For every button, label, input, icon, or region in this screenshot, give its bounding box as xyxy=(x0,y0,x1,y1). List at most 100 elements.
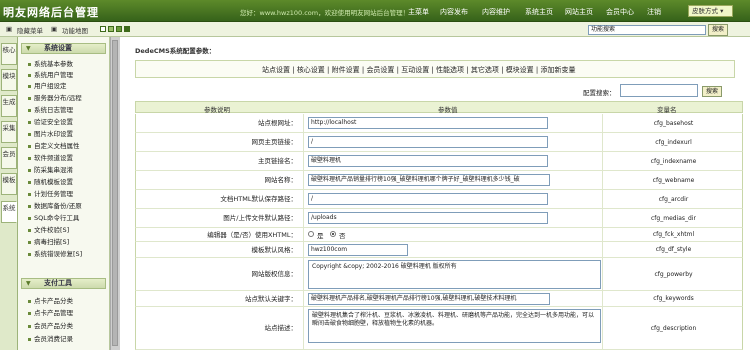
menu-item[interactable]: 图片水印设置 xyxy=(28,128,73,138)
nav-logout[interactable]: 注销 xyxy=(647,7,661,17)
bullet-icon xyxy=(28,299,31,303)
config-search-input[interactable] xyxy=(620,84,698,97)
hide-menu-icon[interactable]: ▣ xyxy=(6,25,12,33)
menu-item[interactable]: 文件校验[S] xyxy=(28,224,69,234)
column-header-description: 参数说明 xyxy=(204,106,230,114)
tab-other-options[interactable]: 其它选项 xyxy=(471,66,499,74)
menu-item[interactable]: 数据库备份/还原 xyxy=(28,200,82,210)
function-search-button[interactable]: 搜索 xyxy=(708,24,728,36)
bullet-icon xyxy=(28,337,31,341)
table-row: 网站名称： 破壁料理机产品销量排行榜10强_破壁料理机哪个牌子好_破壁料理机多少… xyxy=(135,171,743,190)
nav-system-home[interactable]: 系统主页 xyxy=(525,7,553,17)
bullet-icon xyxy=(28,192,31,196)
table-row: 网站版权信息： Copyright &copy; 2002-2016 破壁料理机… xyxy=(135,258,743,291)
tab-core-settings[interactable]: 核心设置 xyxy=(297,66,325,74)
param-value-input[interactable]: / xyxy=(308,136,548,148)
menu-item[interactable]: 会员产品分类 xyxy=(28,320,73,330)
param-value-input[interactable]: 破壁料理机产品销量排行榜10强_破壁料理机哪个牌子好_破壁料理机多少钱_破 xyxy=(308,174,550,186)
tab-member-settings[interactable]: 会员设置 xyxy=(366,66,394,74)
nav-content-maintain[interactable]: 内容维护 xyxy=(482,7,510,17)
param-value-input[interactable]: hwz100com xyxy=(308,244,408,256)
function-map-icon[interactable]: ▣ xyxy=(51,25,57,33)
tab-interaction-settings[interactable]: 互动设置 xyxy=(401,66,429,74)
tab-module-settings[interactable]: 模块设置 xyxy=(506,66,534,74)
menu-section-system-settings[interactable]: ▼ 系统设置 xyxy=(21,43,106,54)
bullet-icon xyxy=(28,180,31,184)
side-tab-template[interactable]: 模板 xyxy=(1,173,17,195)
bullet-icon xyxy=(28,108,31,112)
skin-green-icon[interactable] xyxy=(108,26,114,32)
menu-item[interactable]: 病毒扫描[S] xyxy=(28,236,69,246)
param-label: 网页主页链接： xyxy=(136,133,304,151)
param-var-name: cfg_powerby xyxy=(602,258,744,290)
menu-item[interactable]: 服务器分布/远程 xyxy=(28,92,82,102)
param-label: 站点默认关键字： xyxy=(136,291,304,306)
param-label: 文档HTML默认保存路径： xyxy=(136,190,304,208)
param-value-input[interactable]: /uploads xyxy=(308,212,548,224)
menu-item[interactable]: 系统日志管理 xyxy=(28,104,73,114)
menu-item[interactable]: 计划任务管理 xyxy=(28,188,73,198)
param-value-input[interactable]: http://localhost xyxy=(308,117,548,129)
table-row: 模板默认风格： hwz100com cfg_df_style xyxy=(135,242,743,258)
menu-item[interactable]: 验证安全设置 xyxy=(28,116,73,126)
nav-member-center[interactable]: 会员中心 xyxy=(606,7,634,17)
nav-content-publish[interactable]: 内容发布 xyxy=(440,7,468,17)
param-label: 主页链接名： xyxy=(136,152,304,170)
menu-item[interactable]: 会员消费记录 xyxy=(28,333,73,343)
bullet-icon xyxy=(28,144,31,148)
menu-item[interactable]: SQL命令行工具 xyxy=(28,212,79,222)
param-value-textarea[interactable]: Copyright &copy; 2002-2016 破壁料理机 版权所有 xyxy=(308,260,601,289)
side-tab-system[interactable]: 系统 xyxy=(1,201,17,223)
skin-olive-icon[interactable] xyxy=(116,26,122,32)
menu-item[interactable]: 软件频道设置 xyxy=(28,152,73,162)
menu-scrollbar-thumb[interactable] xyxy=(112,40,118,346)
menu-item[interactable]: 系统基本参数 xyxy=(28,58,73,68)
param-value-input[interactable]: 破壁料理机产品排名,破壁料理机产品排行榜10强,破壁料理机,破壁技术料理机 xyxy=(308,293,550,305)
layout-icon[interactable] xyxy=(100,26,106,32)
function-search-input[interactable]: 功能搜索 xyxy=(588,25,706,35)
menu-section-payment[interactable]: ▼ 支付工具 xyxy=(21,278,106,289)
radio-no[interactable] xyxy=(330,231,336,237)
app-title: 明友网络后台管理 xyxy=(3,6,99,19)
table-row: 图片/上传文件默认路径： /uploads cfg_medias_dir xyxy=(135,209,743,228)
param-value-input[interactable]: 破壁料理机 xyxy=(308,155,548,167)
side-tab-collect[interactable]: 采集 xyxy=(1,121,17,143)
side-tab-core[interactable]: 核心 xyxy=(1,43,17,65)
nav-main-menu[interactable]: 主菜单 xyxy=(408,7,429,17)
bullet-icon xyxy=(28,120,31,124)
skin-dark-icon[interactable] xyxy=(124,26,130,32)
nav-site-home[interactable]: 网站主页 xyxy=(565,7,593,17)
tab-performance-options[interactable]: 性能选项 xyxy=(436,66,464,74)
param-var-name: cfg_indexurl xyxy=(602,133,744,151)
radio-yes-label: 是 xyxy=(317,232,324,240)
param-value-input[interactable]: / xyxy=(308,193,548,205)
top-header-bar: 明友网络后台管理 您好：www.hwz100.com，欢迎使用明友网站后台管理！… xyxy=(0,0,750,22)
menu-item[interactable]: 用户组设定 xyxy=(28,80,67,90)
menu-item[interactable]: 防采集串混淆 xyxy=(28,164,73,174)
theme-select-button[interactable]: 皮肤方式 ▾ xyxy=(688,5,733,17)
function-map-link[interactable]: 功能地图 xyxy=(62,25,88,35)
tab-site-settings[interactable]: 站点设置 xyxy=(262,66,290,74)
bullet-icon xyxy=(28,252,31,256)
param-var-name: cfg_keywords xyxy=(602,291,744,306)
menu-item[interactable]: 随机模板设置 xyxy=(28,176,73,186)
param-label: 编辑器（是/否）使用XHTML： xyxy=(136,228,304,241)
param-label: 站点描述： xyxy=(136,307,304,349)
menu-item[interactable]: 点卡产品分类 xyxy=(28,295,73,305)
config-search-button[interactable]: 搜索 xyxy=(702,86,722,97)
menu-item[interactable]: 系统错误修复[S] xyxy=(28,248,82,258)
tab-attachment-settings[interactable]: 附件设置 xyxy=(332,66,360,74)
menu-item[interactable]: 点卡产品管理 xyxy=(28,307,73,317)
table-row: 站点描述： 破壁料理机集合了榨汁机、豆浆机、冰激凌机、料理机、研磨机等产品功能，… xyxy=(135,307,743,350)
param-value-textarea[interactable]: 破壁料理机集合了榨汁机、豆浆机、冰激凌机、料理机、研磨机等产品功能，完全达到一机… xyxy=(308,309,601,343)
tab-add-variable[interactable]: 添加新变量 xyxy=(541,66,576,74)
radio-no-label: 否 xyxy=(339,232,346,240)
side-tab-member[interactable]: 会员 xyxy=(1,147,17,169)
hide-menu-link[interactable]: 隐藏菜单 xyxy=(17,25,43,35)
radio-yes[interactable] xyxy=(308,231,314,237)
menu-item[interactable]: 自定义文档属性 xyxy=(28,140,80,150)
side-tab-generate[interactable]: 生成 xyxy=(1,95,17,117)
side-tab-module[interactable]: 模块 xyxy=(1,69,17,91)
param-label: 网站版权信息： xyxy=(136,258,304,290)
menu-item[interactable]: 系统用户管理 xyxy=(28,69,73,79)
